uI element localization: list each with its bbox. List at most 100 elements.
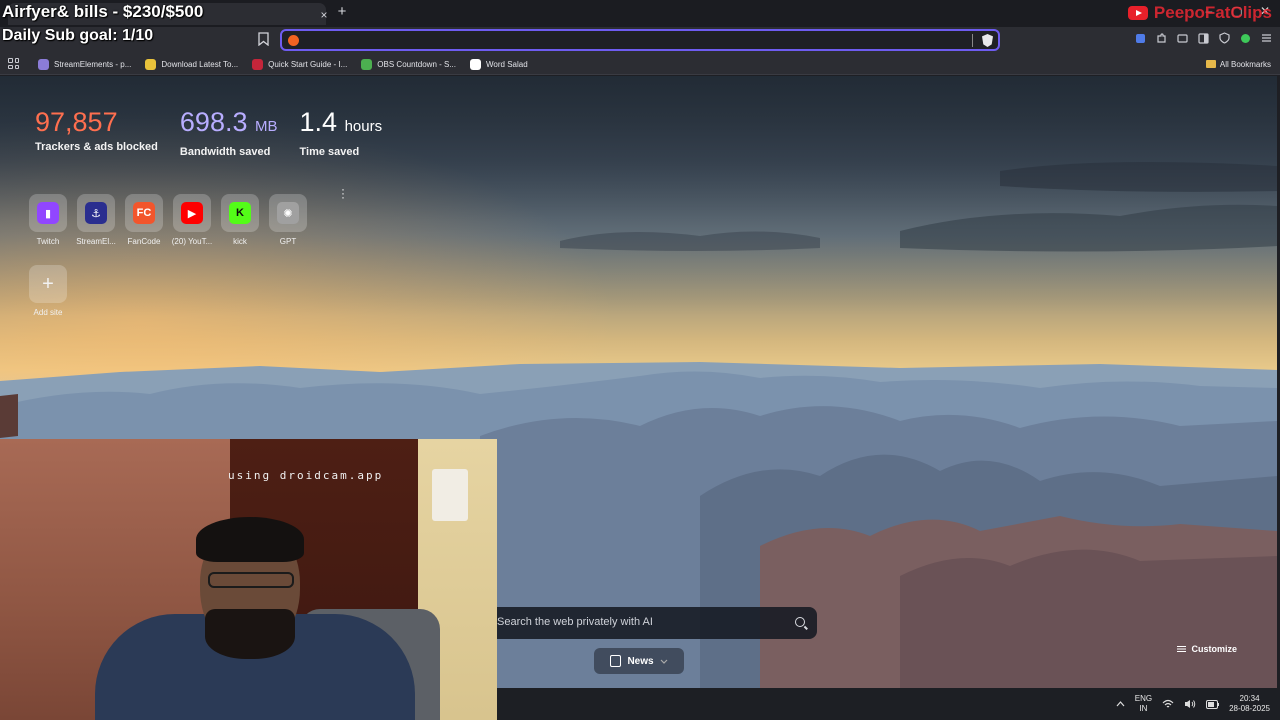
site-tile-background: ▶: [173, 194, 211, 232]
site-name: (20) YouT...: [171, 237, 213, 246]
privacy-stats: 97,857 Trackers & ads blocked 698.3 MB B…: [35, 106, 382, 158]
bookmark-item[interactable]: OBS Countdown - S...: [361, 56, 456, 72]
tab-close-icon[interactable]: ×: [316, 7, 332, 23]
webcam-person-glasses: [208, 572, 294, 588]
top-sites-menu-icon[interactable]: · · ·: [341, 183, 345, 203]
fancode-icon: FC: [133, 202, 155, 224]
sidebar-toggle-icon[interactable]: [1197, 32, 1209, 44]
top-sites: ▮ Twitch ⚓ StreamEl... FC FanCode ▶ (20) YouT..…: [29, 194, 307, 246]
clock-time: 20:34: [1239, 694, 1260, 703]
top-site-tile[interactable]: ⚓ StreamEl...: [76, 194, 116, 246]
bookmark-label: OBS Countdown - S...: [377, 59, 456, 69]
twitch-icon: ▮: [37, 202, 59, 224]
bookmark-favicon-icon: [38, 58, 49, 70]
search-input[interactable]: Search the web privately with AI: [497, 616, 653, 628]
address-bar[interactable]: [280, 29, 1000, 51]
tab-search-icon[interactable]: [1176, 32, 1188, 44]
top-site-tile[interactable]: ▶ (20) YouT...: [171, 194, 213, 246]
nav-bar: [0, 27, 1280, 53]
bandwidth-label: Bandwidth saved: [179, 146, 271, 158]
site-name: FanCode: [127, 237, 161, 246]
kick-icon: K: [229, 202, 251, 224]
bookmarks-bar: StreamElements - p... Download Latest To.…: [0, 53, 1280, 75]
brave-shields-icon[interactable]: [982, 34, 993, 47]
chevron-down-icon: [660, 659, 667, 664]
bandwidth-value: 698.3: [179, 107, 248, 137]
clock-date: 28-08-2025: [1229, 704, 1270, 713]
top-site-tile[interactable]: ✺ GPT: [269, 194, 307, 246]
trackers-label: Trackers & ads blocked: [35, 141, 158, 153]
time-unit: hours: [344, 118, 383, 135]
time-label: Time saved: [299, 146, 360, 158]
bookmark-favicon-icon: [470, 58, 481, 70]
webcam-label: using droidcam.app: [228, 469, 384, 482]
newspaper-icon: [610, 655, 622, 667]
volume-icon[interactable]: [1184, 699, 1196, 709]
plus-icon: +: [29, 265, 67, 303]
system-tray: ENG IN 20:34 28-08-2025: [1116, 694, 1270, 714]
customize-label: Customize: [1191, 644, 1237, 654]
webcam-feed: using droidcam.app: [0, 439, 497, 720]
bookmark-favicon-icon: [252, 58, 264, 70]
profile-status-icon[interactable]: [1239, 32, 1251, 44]
menu-icon[interactable]: [1260, 32, 1272, 44]
all-bookmarks-button[interactable]: All Bookmarks: [1205, 56, 1271, 72]
bookmark-item[interactable]: StreamElements - p...: [38, 56, 131, 72]
language-indicator[interactable]: ENG IN: [1135, 694, 1152, 714]
language-top: ENG: [1134, 694, 1153, 703]
stat-time-saved: 1.4 hours Time saved: [300, 106, 383, 158]
new-tab-button[interactable]: +: [334, 3, 350, 21]
bookmark-label: Quick Start Guide - I...: [268, 59, 348, 69]
bookmark-favicon-icon: [361, 58, 373, 70]
toolbar-icons: [1134, 32, 1272, 44]
site-tile-background: ▮: [29, 194, 67, 232]
battery-icon[interactable]: [1206, 699, 1220, 709]
site-name: GPT: [279, 237, 297, 246]
top-site-tile[interactable]: Kkick: [221, 194, 259, 246]
site-tile-background: ✺: [269, 194, 307, 232]
add-site-button[interactable]: + Add site: [29, 265, 67, 317]
youtube-icon: ▶: [181, 202, 203, 224]
site-name: StreamEl...: [76, 237, 116, 246]
vpn-shield-icon[interactable]: [1218, 32, 1230, 44]
search-box[interactable]: Search the web privately with AI: [488, 607, 817, 639]
folder-icon: [1205, 60, 1216, 68]
top-site-tile[interactable]: FC FanCode: [125, 194, 163, 246]
clock[interactable]: 20:34 28-08-2025: [1229, 694, 1270, 714]
search-icon[interactable]: [795, 617, 805, 627]
site-tile-background: K: [221, 194, 259, 232]
bookmark-favicon-icon: [145, 58, 157, 70]
site-tile-background: FC: [125, 194, 163, 232]
watermark-text: PeepoFatClips: [1153, 3, 1272, 22]
webcam-switchboard: [432, 469, 468, 521]
sliders-icon: [1177, 645, 1187, 653]
customize-button[interactable]: Customize: [1177, 644, 1237, 654]
trackers-count: 97,857: [35, 107, 118, 137]
bookmark-page-icon[interactable]: [258, 32, 269, 46]
extension-icon[interactable]: [1134, 32, 1146, 44]
puzzle-extensions-icon[interactable]: [1155, 32, 1167, 44]
top-site-tile[interactable]: ▮ Twitch: [29, 194, 67, 246]
time-value: 1.4: [299, 107, 338, 137]
site-name: kick: [233, 237, 247, 246]
add-site-label: Add site: [33, 308, 63, 317]
brave-favicon-icon: [288, 35, 299, 46]
language-bottom: IN: [1139, 704, 1148, 713]
webcam-person-beard: [205, 609, 295, 659]
apps-grid-icon[interactable]: [8, 58, 19, 69]
bookmark-item[interactable]: Word Salad: [470, 56, 528, 72]
bookmark-list: StreamElements - p... Download Latest To.…: [38, 56, 528, 72]
bandwidth-unit: MB: [255, 118, 278, 135]
bookmark-item[interactable]: Download Latest To...: [145, 56, 238, 72]
stat-bandwidth-saved: 698.3 MB Bandwidth saved: [180, 106, 278, 158]
site-name: Twitch: [36, 237, 60, 246]
webcam-person-hair: [196, 517, 304, 562]
wifi-icon[interactable]: [1162, 699, 1174, 709]
all-bookmarks-label: All Bookmarks: [1219, 59, 1271, 69]
bookmark-item[interactable]: Quick Start Guide - I...: [252, 56, 347, 72]
news-label: News: [627, 655, 654, 667]
sub-goal-overlay: Daily Sub goal: 1/10: [2, 27, 154, 44]
chevron-up-icon[interactable]: [1116, 701, 1125, 707]
news-button[interactable]: News: [594, 648, 684, 674]
address-separator: [972, 34, 973, 47]
